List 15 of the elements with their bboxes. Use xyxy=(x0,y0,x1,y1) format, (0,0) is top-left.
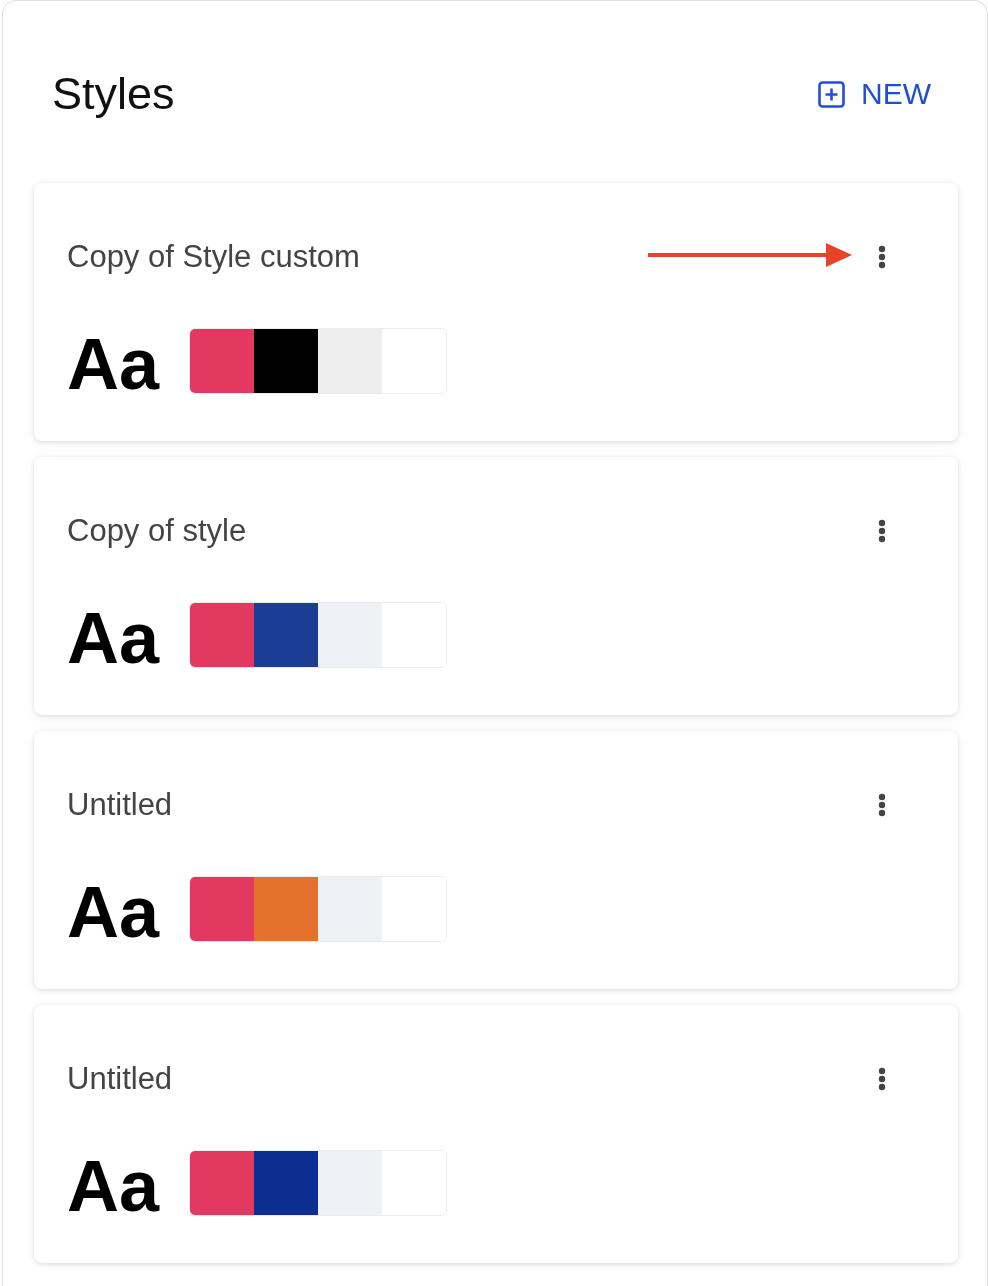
style-name: Untitled xyxy=(67,787,173,823)
vertical-dots-icon xyxy=(878,519,886,543)
vertical-dots-icon xyxy=(878,245,886,269)
vertical-dots-icon xyxy=(878,1067,886,1091)
font-preview: Aa xyxy=(67,873,160,945)
font-preview: Aa xyxy=(67,325,160,397)
font-preview: Aa xyxy=(67,1147,160,1219)
style-name: Copy of Style custom xyxy=(67,239,360,275)
new-style-button[interactable]: NEW xyxy=(818,76,931,112)
font-preview: Aa xyxy=(67,599,160,671)
panel-title: Styles xyxy=(52,68,175,120)
vertical-dots-icon xyxy=(878,793,886,817)
plus-square-icon xyxy=(818,80,845,108)
style-name: Untitled xyxy=(67,1061,173,1097)
style-name: Copy of style xyxy=(67,513,247,549)
